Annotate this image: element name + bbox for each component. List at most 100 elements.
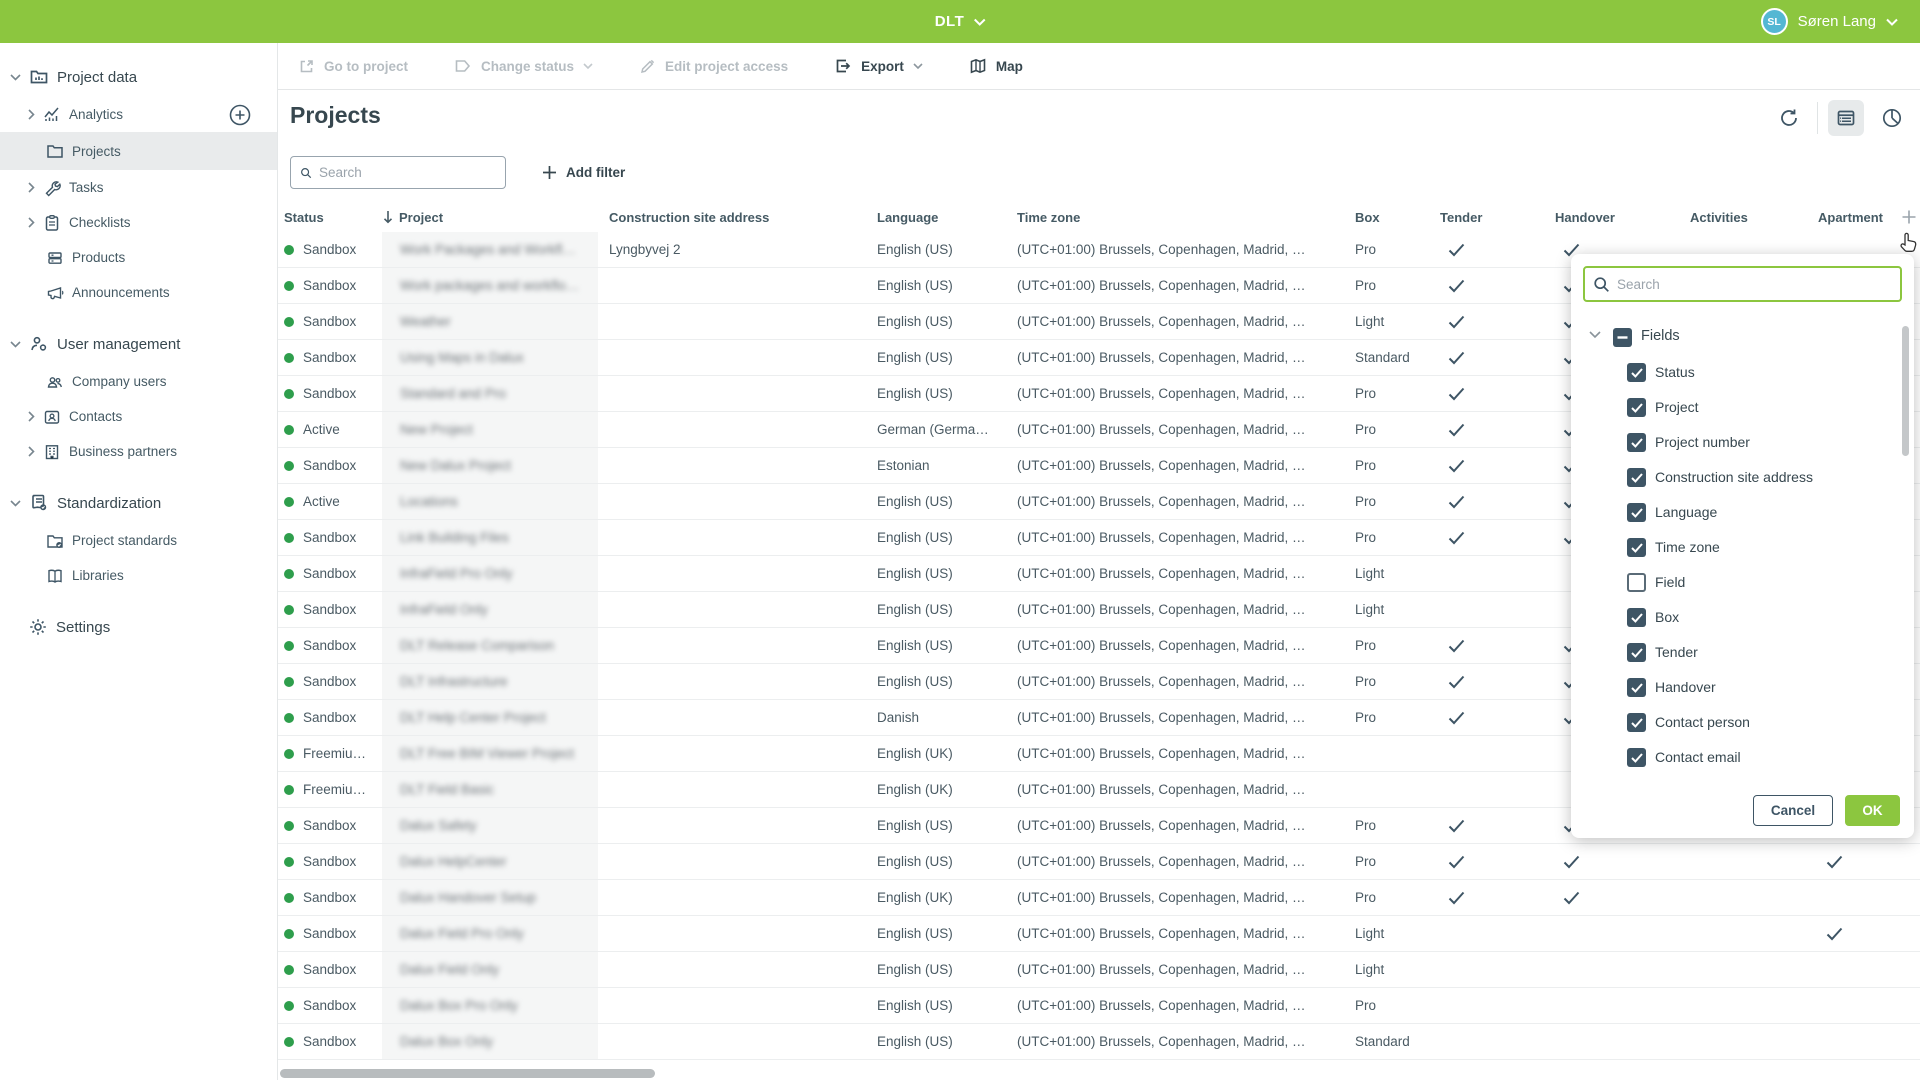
sidebar-section-label: User management <box>57 336 180 353</box>
check-icon <box>1563 891 1580 905</box>
field-checkbox-item[interactable]: Time zone <box>1571 530 1900 565</box>
sidebar-item-analytics[interactable]: Analytics <box>0 97 277 132</box>
column-header-address[interactable]: Construction site address <box>609 202 869 232</box>
panel-scrollbar[interactable] <box>1902 326 1909 456</box>
sidebar-item-announcements[interactable]: Announcements <box>0 275 277 310</box>
field-checkbox-item[interactable]: Handover <box>1571 670 1900 705</box>
panel-search-input[interactable] <box>1617 277 1892 292</box>
column-header-box[interactable]: Box <box>1355 202 1435 232</box>
project-search[interactable] <box>290 156 506 189</box>
project-cell: New Dalux Project <box>382 448 598 483</box>
table-row[interactable]: Sandbox Dalux Box Only English (US) (UTC… <box>278 1024 1920 1060</box>
table-row[interactable]: Sandbox Dalux HelpCenter English (US) (U… <box>278 844 1920 880</box>
cancel-button[interactable]: Cancel <box>1753 795 1833 826</box>
sidebar-section-user-management[interactable]: User management <box>0 324 277 364</box>
table-view-button[interactable] <box>1828 100 1864 136</box>
table-row[interactable]: Sandbox Dalux Field Only English (US) (U… <box>278 952 1920 988</box>
field-checkbox[interactable] <box>1627 363 1646 382</box>
column-chooser-panel: Fields Status Project Projec <box>1571 254 1914 838</box>
add-analytics-button[interactable] <box>229 104 251 126</box>
field-checkbox[interactable] <box>1627 433 1646 452</box>
sidebar-item-products[interactable]: Products <box>0 240 277 275</box>
status-dot <box>284 713 294 723</box>
go-to-project-button[interactable]: Go to project <box>298 58 408 75</box>
column-header-timezone[interactable]: Time zone <box>1017 202 1349 232</box>
status-dot <box>284 245 294 255</box>
field-checkbox-item[interactable]: Language <box>1571 495 1900 530</box>
column-header-handover[interactable]: Handover <box>1555 202 1685 232</box>
status-label: Sandbox <box>303 530 356 545</box>
column-header-language[interactable]: Language <box>877 202 1013 232</box>
app-switcher[interactable]: DLT <box>935 0 986 43</box>
field-checkbox-item[interactable]: Construction site address <box>1571 460 1900 495</box>
address-cell <box>609 772 869 807</box>
sidebar: Project data Analytics Projects Tasks Ch… <box>0 43 278 1080</box>
column-header-activities[interactable]: Activities <box>1690 202 1810 232</box>
edit-project-access-button[interactable]: Edit project access <box>639 58 788 75</box>
horizontal-scrollbar[interactable] <box>280 1069 655 1078</box>
status-cell: Sandbox <box>284 556 380 591</box>
address-cell <box>609 808 869 843</box>
fields-root-checkbox[interactable] <box>1613 328 1632 347</box>
search-input[interactable] <box>319 165 496 180</box>
language-cell: English (US) <box>877 808 1013 843</box>
field-checkbox-item[interactable]: Status <box>1571 355 1900 390</box>
sidebar-item-company-users[interactable]: Company users <box>0 364 277 399</box>
column-header-apartment[interactable]: Apartment <box>1818 202 1896 232</box>
add-filter-button[interactable]: Add filter <box>542 156 625 189</box>
refresh-button[interactable] <box>1771 100 1807 136</box>
sidebar-item-project-standards[interactable]: Project standards <box>0 523 277 558</box>
language-cell: English (US) <box>877 340 1013 375</box>
field-checkbox-item[interactable]: Contact person <box>1571 705 1900 740</box>
map-button[interactable]: Map <box>969 57 1023 75</box>
status-cell: Sandbox <box>284 844 380 879</box>
box-cell: Pro <box>1355 484 1435 519</box>
field-checkbox[interactable] <box>1627 678 1646 697</box>
field-checkbox-item[interactable]: Field <box>1571 565 1900 600</box>
sidebar-section-project-data[interactable]: Project data <box>0 57 277 97</box>
ok-button[interactable]: OK <box>1845 795 1900 826</box>
change-status-button[interactable]: Change status <box>454 58 593 74</box>
table-row[interactable]: Sandbox Dalux Field Pro Only English (US… <box>278 916 1920 952</box>
fields-root-item[interactable]: Fields <box>1571 320 1900 355</box>
field-checkbox-item[interactable]: Contact email <box>1571 740 1900 775</box>
field-checkbox[interactable] <box>1627 398 1646 417</box>
field-checkbox[interactable] <box>1627 468 1646 487</box>
table-row[interactable]: Sandbox Dalux Handover Setup English (UK… <box>278 880 1920 916</box>
sort-descending-icon <box>382 210 394 224</box>
address-cell <box>609 448 869 483</box>
user-menu[interactable]: SL Søren Lang <box>1761 0 1898 43</box>
sidebar-item-settings[interactable]: Settings <box>0 607 277 647</box>
sidebar-item-contacts[interactable]: Contacts <box>0 399 277 434</box>
field-checkbox-item[interactable]: Box <box>1571 600 1900 635</box>
panel-search[interactable] <box>1583 266 1902 302</box>
field-checkbox-item[interactable]: Project number <box>1571 425 1900 460</box>
sidebar-item-business-partners[interactable]: Business partners <box>0 434 277 469</box>
field-checkbox[interactable] <box>1627 748 1646 767</box>
business-partners-icon <box>43 443 61 461</box>
status-dot <box>284 893 294 903</box>
sidebar-item-tasks[interactable]: Tasks <box>0 170 277 205</box>
field-checkbox[interactable] <box>1627 503 1646 522</box>
field-checkbox-item[interactable]: Project <box>1571 390 1900 425</box>
box-cell: Light <box>1355 304 1435 339</box>
column-header-project[interactable]: Project <box>382 202 598 232</box>
field-checkbox[interactable] <box>1627 573 1646 592</box>
export-button[interactable]: Export <box>834 57 923 75</box>
add-column-button[interactable] <box>1897 205 1920 229</box>
field-checkbox[interactable] <box>1627 608 1646 627</box>
field-checkbox-item[interactable]: Tender <box>1571 635 1900 670</box>
chart-view-button[interactable] <box>1874 100 1910 136</box>
field-checkbox[interactable] <box>1627 538 1646 557</box>
status-cell: Sandbox <box>284 808 380 843</box>
sidebar-item-checklists[interactable]: Checklists <box>0 205 277 240</box>
indeterminate-icon <box>1617 336 1628 339</box>
table-row[interactable]: Sandbox Dalux Box Pro Only English (US) … <box>278 988 1920 1024</box>
field-checkbox[interactable] <box>1627 713 1646 732</box>
column-header-tender[interactable]: Tender <box>1440 202 1550 232</box>
field-checkbox[interactable] <box>1627 643 1646 662</box>
column-header-status[interactable]: Status <box>284 202 380 232</box>
sidebar-item-libraries[interactable]: Libraries <box>0 558 277 593</box>
sidebar-item-projects[interactable]: Projects <box>0 132 277 170</box>
sidebar-section-standardization[interactable]: Standardization <box>0 483 277 523</box>
